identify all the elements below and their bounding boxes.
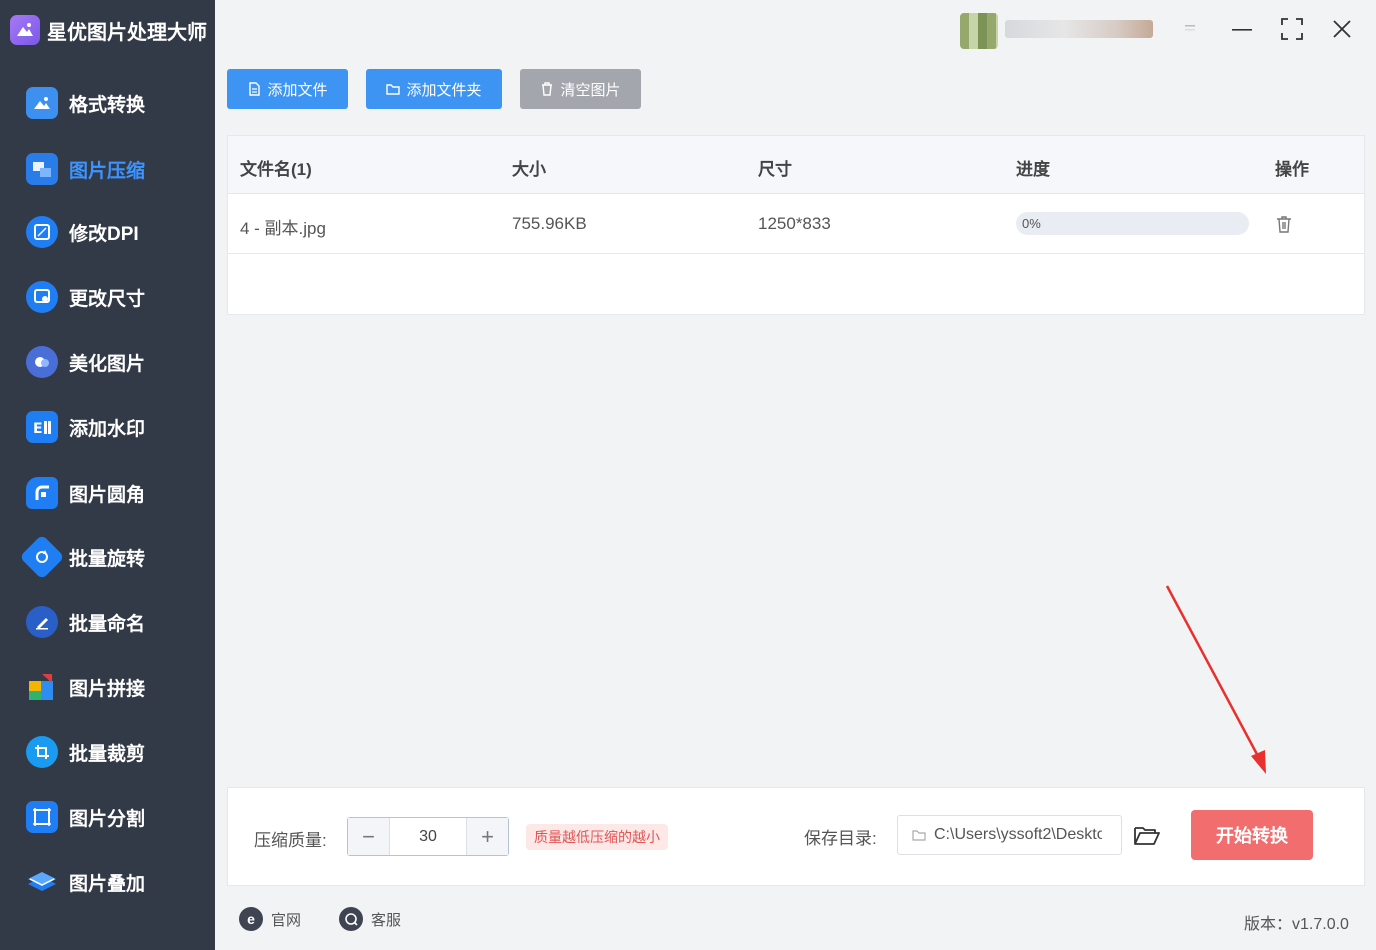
support-link[interactable]: 客服: [339, 907, 401, 931]
split-icon: [26, 801, 58, 833]
folder-icon: [912, 830, 926, 841]
maximize-button[interactable]: [1277, 14, 1307, 44]
file-table: 文件名(1) 大小 尺寸 进度 操作 4 - 副本.jpg 755.96KB 1…: [227, 135, 1365, 315]
column-header-action: 操作: [1275, 160, 1309, 179]
puzzle-icon: [26, 671, 58, 703]
sidebar-item-label: 图片圆角: [69, 484, 146, 506]
trash-icon: [542, 82, 553, 96]
sidebar-item-crop[interactable]: 批量裁剪: [0, 727, 215, 777]
support-label: 客服: [371, 911, 402, 929]
beautify-icon: [26, 346, 58, 378]
app-title: 星优图片处理大师: [10, 14, 207, 46]
version-text: 版本：v1.7.0.0: [1244, 916, 1349, 933]
minimize-button[interactable]: [1227, 14, 1257, 44]
add-file-label: 添加文件: [267, 81, 328, 99]
trash-icon: [1277, 216, 1291, 233]
sidebar-item-format-convert[interactable]: 格式转换: [0, 78, 215, 128]
sidebar-item-label: 格式转换: [69, 94, 146, 116]
sidebar-item-rotate[interactable]: 批量旋转: [0, 532, 215, 582]
sidebar-item-label: 批量裁剪: [69, 743, 146, 765]
column-header-name: 文件名(1): [240, 160, 312, 179]
sidebar-item-rename[interactable]: 批量命名: [0, 597, 215, 647]
add-file-button[interactable]: 添加文件: [227, 69, 348, 109]
delete-row-button[interactable]: [1276, 216, 1292, 238]
app-logo-icon: [10, 15, 40, 45]
settings-panel: 压缩质量: − + 质量越低压缩的越小 保存目录: C:\Users\yssof…: [227, 787, 1365, 886]
progress-bar: 0%: [1016, 212, 1249, 235]
sidebar-item-label: 图片拼接: [69, 678, 146, 700]
progress-text: 0%: [1022, 216, 1041, 231]
sidebar-item-split[interactable]: 图片分割: [0, 792, 215, 842]
sidebar-item-label: 图片分割: [69, 808, 146, 830]
sidebar-item-label: 更改尺寸: [69, 288, 146, 310]
clear-images-label: 清空图片: [560, 81, 621, 99]
file-name-cell: 4 - 副本.jpg: [240, 219, 326, 238]
save-path-text: C:\Users\yssoft2\Desktop: [934, 826, 1102, 843]
close-button[interactable]: [1327, 14, 1357, 44]
username-blurred: [1005, 20, 1153, 38]
add-folder-label: 添加文件夹: [406, 81, 482, 99]
clear-images-button[interactable]: 清空图片: [520, 69, 641, 109]
sidebar-item-label: 批量命名: [69, 613, 146, 635]
website-link[interactable]: e 官网: [239, 907, 301, 931]
sidebar-item-dpi[interactable]: 修改DPI: [0, 207, 215, 257]
dpi-icon: [26, 216, 58, 248]
quality-stepper[interactable]: − +: [347, 817, 509, 856]
sidebar-item-beautify[interactable]: 美化图片: [0, 337, 215, 387]
chat-icon: [339, 907, 363, 931]
table-row[interactable]: 4 - 副本.jpg 755.96KB 1250*833 0%: [228, 195, 1364, 254]
sidebar-item-label: 修改DPI: [69, 223, 139, 245]
file-dimensions-cell: 1250*833: [758, 214, 831, 233]
sidebar-item-label: 图片叠加: [69, 873, 146, 895]
save-dir-label: 保存目录:: [804, 829, 877, 848]
start-convert-button[interactable]: 开始转换: [1191, 810, 1313, 860]
app-title-text: 星优图片处理大师: [47, 21, 207, 44]
layers-icon: [26, 866, 58, 898]
annotation-arrow: [1165, 585, 1266, 774]
file-size-cell: 755.96KB: [512, 214, 587, 233]
rounded-corner-icon: [26, 477, 58, 509]
sidebar-item-label: 批量旋转: [69, 548, 146, 570]
sidebar-item-label: 添加水印: [69, 418, 146, 440]
add-folder-button[interactable]: 添加文件夹: [366, 69, 502, 109]
sidebar: 星优图片处理大师 格式转换 图片压缩 修改DPI 更改尺寸 美化图片 E 添加水…: [0, 0, 215, 950]
resize-icon: [26, 281, 58, 313]
increment-button[interactable]: +: [467, 818, 508, 855]
column-header-size: 大小: [512, 160, 546, 179]
quality-hint: 质量越低压缩的越小: [526, 824, 668, 850]
column-header-dimensions: 尺寸: [758, 160, 792, 179]
quality-label: 压缩质量:: [254, 831, 327, 850]
menu-icon[interactable]: [1175, 14, 1205, 44]
sidebar-item-watermark[interactable]: E 添加水印: [0, 402, 215, 452]
quality-input[interactable]: [389, 818, 467, 855]
sidebar-item-rounded-corner[interactable]: 图片圆角: [0, 468, 215, 518]
avatar[interactable]: [960, 13, 998, 49]
image-convert-icon: [26, 87, 58, 119]
rotate-icon: [19, 534, 65, 580]
sidebar-item-label: 美化图片: [69, 353, 146, 375]
file-icon: [249, 82, 261, 96]
decrement-button[interactable]: −: [348, 818, 389, 855]
sidebar-item-label: 图片压缩: [69, 160, 146, 182]
compress-icon: [26, 153, 58, 185]
website-label: 官网: [271, 911, 302, 929]
sidebar-item-stitch[interactable]: 图片拼接: [0, 662, 215, 712]
crop-icon: [26, 736, 58, 768]
watermark-icon: E: [26, 411, 58, 443]
sidebar-item-overlay[interactable]: 图片叠加: [0, 857, 215, 907]
ie-icon: e: [239, 907, 263, 931]
rename-icon: [26, 606, 58, 638]
save-path-field[interactable]: C:\Users\yssoft2\Desktop: [897, 815, 1122, 855]
title-bar: [215, 0, 1376, 58]
sidebar-item-resize[interactable]: 更改尺寸: [0, 272, 215, 322]
browse-folder-button[interactable]: [1134, 824, 1160, 851]
table-header: 文件名(1) 大小 尺寸 进度 操作: [228, 136, 1364, 194]
svg-text:E: E: [33, 421, 43, 436]
folder-icon: [386, 84, 401, 95]
column-header-progress: 进度: [1016, 160, 1050, 179]
sidebar-item-compress[interactable]: 图片压缩: [0, 144, 215, 194]
open-folder-icon: [1134, 827, 1160, 845]
